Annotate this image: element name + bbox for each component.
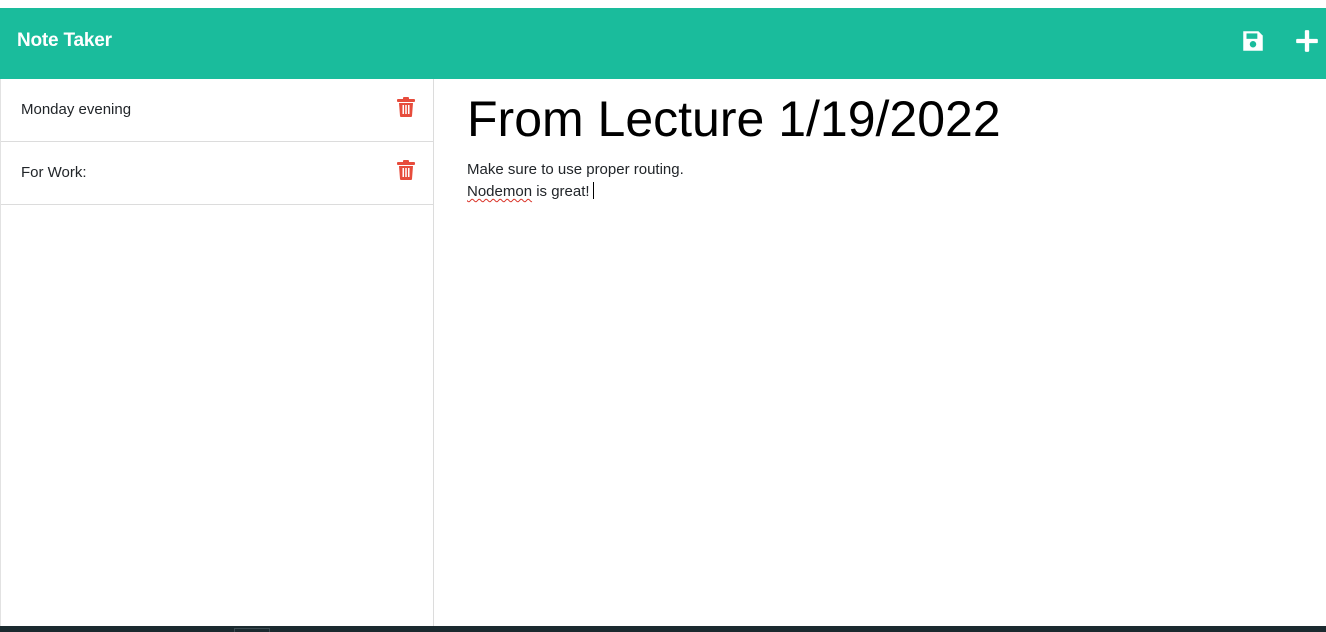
navbar: Note Taker: [0, 8, 1326, 79]
window-top-strip: [0, 0, 1326, 8]
floppy-disk-icon: [1243, 31, 1263, 51]
notes-list: Monday evening For Work:: [0, 79, 434, 626]
new-note-button[interactable]: [1294, 28, 1322, 56]
save-note-button[interactable]: [1240, 28, 1268, 56]
note-body-line: Nodemon is great!: [467, 181, 1287, 203]
note-editor: From Lecture 1/19/2022 Make sure to use …: [435, 79, 1326, 626]
taskbar-button[interactable]: [234, 628, 270, 632]
delete-note-button[interactable]: [397, 97, 415, 117]
plus-icon: [1296, 30, 1318, 52]
text-caret: [592, 182, 594, 199]
app-brand[interactable]: Note Taker: [17, 30, 112, 52]
note-title-label: Monday evening: [21, 101, 132, 118]
note-title-input[interactable]: From Lecture 1/19/2022: [467, 89, 1001, 149]
note-body-line: Make sure to use proper routing.: [467, 161, 684, 178]
note-title-label: For Work:: [21, 164, 87, 181]
trash-icon: [397, 160, 415, 180]
list-item[interactable]: For Work:: [1, 142, 433, 205]
os-taskbar: [0, 626, 1326, 632]
list-item[interactable]: Monday evening: [1, 79, 433, 142]
note-body-text: is great!: [532, 183, 590, 200]
delete-note-button[interactable]: [397, 160, 415, 180]
misspelled-word: Nodemon: [467, 183, 533, 200]
trash-icon: [397, 97, 415, 117]
note-body-textarea[interactable]: Make sure to use proper routing. Nodemon…: [467, 159, 1287, 599]
